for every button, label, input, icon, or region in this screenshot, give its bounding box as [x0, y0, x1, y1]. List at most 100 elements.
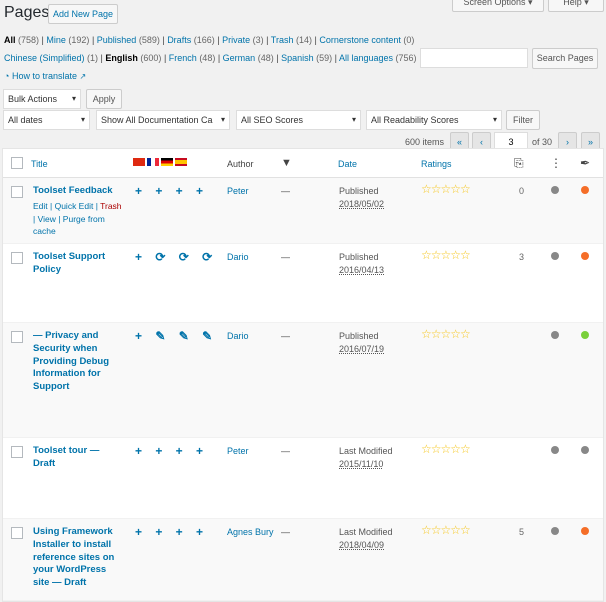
star-rating[interactable]: ☆☆☆☆☆	[421, 327, 471, 341]
internal-links-count: 5	[519, 527, 525, 537]
post-status: Last Modified	[339, 446, 393, 456]
author-link[interactable]: Peter	[227, 186, 249, 196]
translation-status-icons[interactable]: + + + +	[135, 525, 208, 539]
column-title[interactable]: Title	[31, 159, 48, 169]
row-title: Using Framework Installer to install ref…	[33, 526, 123, 590]
post-date: 2016/07/19	[339, 343, 385, 354]
comment-icon[interactable]: ▼	[281, 157, 292, 169]
translation-status-icons[interactable]: + ✎ ✎ ✎	[135, 329, 217, 343]
comments-count: —	[281, 446, 290, 456]
row-title: — Privacy and Security when Providing De…	[33, 330, 123, 394]
count: (192)	[68, 35, 90, 45]
lang-german[interactable]: German (48)	[223, 53, 274, 63]
translation-status-icons[interactable]: + + + +	[135, 184, 208, 198]
title-link[interactable]: Using Framework Installer to install ref…	[33, 526, 114, 588]
title-link[interactable]: Toolset Feedback	[33, 185, 113, 196]
row-title: Toolset Feedback Edit | Quick Edit | Tras…	[33, 185, 123, 238]
lang-all[interactable]: All languages (756)	[339, 53, 417, 63]
select-all-checkbox[interactable]	[11, 157, 23, 169]
title-link[interactable]: Toolset tour — Draft	[33, 445, 99, 469]
author-link[interactable]: Dario	[227, 331, 249, 341]
author-link[interactable]: Agnes Bury	[227, 527, 274, 537]
status-all[interactable]: All (758)	[4, 35, 39, 45]
filter-button[interactable]: Filter	[506, 110, 540, 130]
date-cell: Last Modified 2015/11/10	[339, 445, 393, 471]
readability-score-dot-icon	[581, 331, 589, 339]
lang-english[interactable]: English (600)	[105, 53, 161, 63]
quick-edit-link[interactable]: Quick Edit	[55, 201, 94, 211]
search-pages-button[interactable]: Search Pages	[532, 48, 598, 69]
translation-status-icons[interactable]: + + + +	[135, 444, 208, 458]
seo-scores-select[interactable]: All SEO Scores	[236, 110, 361, 130]
language-flags	[133, 158, 189, 168]
bulk-actions-select[interactable]: Bulk Actions	[3, 89, 81, 109]
post-date: 2018/05/02	[339, 198, 385, 209]
star-rating[interactable]: ☆☆☆☆☆	[421, 182, 471, 196]
table-row: Toolset Support Policy + ⟳ ⟳ ⟳ Dario — P…	[3, 244, 603, 323]
count: (48)	[199, 53, 216, 63]
comments-count: —	[281, 252, 290, 262]
label: Drafts	[167, 35, 192, 45]
author-link[interactable]: Dario	[227, 252, 249, 262]
translation-status-icons[interactable]: + ⟳ ⟳ ⟳	[135, 250, 217, 264]
label: All languages	[338, 53, 394, 63]
readability-scores-select[interactable]: All Readability Scores	[366, 110, 502, 130]
label: Chinese (Simplified)	[4, 53, 85, 63]
edit-link[interactable]: Edit	[33, 201, 48, 211]
help-button[interactable]: Help ▾	[548, 0, 604, 12]
documentation-category-select[interactable]: Show All Documentation Ca	[96, 110, 230, 130]
count: (756)	[395, 53, 417, 63]
title-link[interactable]: Toolset Support Policy	[33, 251, 105, 275]
count: (166)	[193, 35, 215, 45]
post-status: Published	[339, 186, 379, 196]
seo-score-icon: ⋮	[550, 156, 562, 170]
table-row: Using Framework Installer to install ref…	[3, 519, 603, 601]
lang-chinese[interactable]: Chinese (Simplified) (1)	[4, 53, 98, 63]
apply-button[interactable]: Apply	[86, 89, 122, 109]
table-row: — Privacy and Security when Providing De…	[3, 323, 603, 438]
date-cell: Published 2016/04/13	[339, 251, 384, 277]
readability-score-dot-icon	[581, 446, 589, 454]
column-date[interactable]: Date	[338, 159, 357, 169]
count: (48)	[257, 53, 274, 63]
label: Cornerstone content	[319, 35, 401, 45]
star-rating[interactable]: ☆☆☆☆☆	[421, 248, 471, 262]
count: (3)	[252, 35, 264, 45]
seo-score-dot-icon	[551, 527, 559, 535]
row-checkbox[interactable]	[11, 331, 23, 343]
row-checkbox[interactable]	[11, 252, 23, 264]
screen-options-button[interactable]: Screen Options ▾	[452, 0, 544, 12]
internal-links-count: 3	[519, 252, 525, 262]
table-row: Toolset Feedback Edit | Quick Edit | Tras…	[3, 178, 603, 244]
language-filter-links: Chinese (Simplified) (1) | English (600)…	[4, 53, 417, 63]
add-new-page-button[interactable]: Add New Page	[48, 4, 118, 24]
how-to-translate-link[interactable]: ◔ How to translate ↗	[4, 71, 86, 81]
count: (1)	[87, 53, 99, 63]
date-cell: Last Modified 2018/04/09	[339, 526, 393, 552]
items-count: 600 items	[405, 137, 445, 147]
status-trash[interactable]: Trash (14)	[271, 35, 312, 45]
readability-score-dot-icon	[581, 186, 589, 194]
row-checkbox[interactable]	[11, 527, 23, 539]
status-drafts[interactable]: Drafts (166)	[167, 35, 215, 45]
status-cornerstone[interactable]: Cornerstone content (0)	[319, 35, 414, 45]
title-link[interactable]: — Privacy and Security when Providing De…	[33, 330, 109, 392]
status-private[interactable]: Private (3)	[222, 35, 264, 45]
lang-spanish[interactable]: Spanish (59)	[281, 53, 332, 63]
dates-select[interactable]: All dates	[3, 110, 90, 130]
author-link[interactable]: Peter	[227, 446, 249, 456]
status-mine[interactable]: Mine (192)	[46, 35, 89, 45]
star-rating[interactable]: ☆☆☆☆☆	[421, 523, 471, 537]
row-checkbox[interactable]	[11, 186, 23, 198]
search-input[interactable]	[420, 48, 528, 68]
help-icon: ◔	[4, 71, 10, 81]
column-ratings[interactable]: Ratings	[421, 159, 452, 169]
trash-link[interactable]: Trash	[100, 201, 121, 211]
post-date: 2016/04/13	[339, 264, 385, 275]
readability-icon: ✒	[580, 156, 591, 170]
lang-french[interactable]: French (48)	[169, 53, 216, 63]
status-published[interactable]: Published (589)	[97, 35, 160, 45]
row-checkbox[interactable]	[11, 446, 23, 458]
star-rating[interactable]: ☆☆☆☆☆	[421, 442, 471, 456]
view-link[interactable]: View	[38, 214, 56, 224]
